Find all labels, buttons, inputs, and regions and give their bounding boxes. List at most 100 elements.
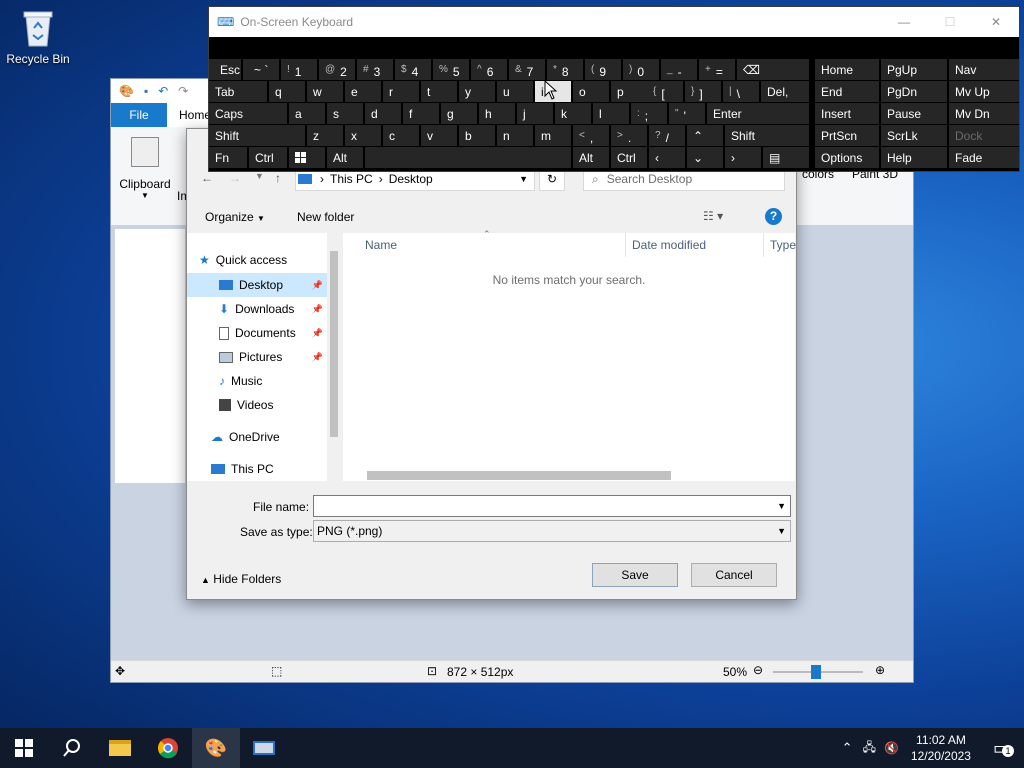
key-slash[interactable]: ? / xyxy=(649,125,685,146)
key-bracket-2[interactable]: | \ xyxy=(723,81,759,102)
key-row1-11[interactable]: ) 0 xyxy=(623,59,659,80)
key-enter[interactable]: Enter xyxy=(707,103,809,124)
key-dock[interactable]: Dock xyxy=(949,125,1019,146)
arrow-left-icon[interactable]: ‹ xyxy=(649,147,685,168)
key-bracket-1[interactable]: }] xyxy=(685,81,721,102)
clock[interactable]: 11:02 AM 12/20/2023 xyxy=(911,732,971,764)
key-row1-4[interactable]: #3 xyxy=(357,59,393,80)
zoom-slider-thumb[interactable] xyxy=(811,665,821,679)
key-mv-dn[interactable]: Mv Dn xyxy=(949,103,1019,124)
maximize-icon[interactable]: ☐ xyxy=(927,15,973,29)
breadcrumb-this-pc[interactable]: This PC xyxy=(330,172,373,186)
key-ctrl-right[interactable]: Ctrl xyxy=(611,147,647,168)
key-row1-7[interactable]: ^ 6 xyxy=(471,59,507,80)
nav-music[interactable]: ♪ Music xyxy=(187,369,327,393)
save-icon[interactable]: ▪ xyxy=(144,84,148,98)
key-p[interactable]: p xyxy=(611,81,647,102)
cancel-button[interactable]: Cancel xyxy=(691,563,777,587)
key-row1-10[interactable]: (9 xyxy=(585,59,621,80)
key-w[interactable]: w xyxy=(307,81,343,102)
nav-desktop[interactable]: Desktop 📌 xyxy=(187,273,327,297)
key-quote[interactable]: " ' xyxy=(669,103,705,124)
show-hidden-icons-chevron[interactable]: ⌃ xyxy=(842,740,853,756)
key-semicolon[interactable]: :; xyxy=(631,103,667,124)
key-nav[interactable]: Nav xyxy=(949,59,1019,80)
key-fn[interactable]: Fn xyxy=(209,147,247,168)
key-comma[interactable]: <, xyxy=(573,125,609,146)
recent-chevron-icon[interactable]: ▼ xyxy=(255,171,264,181)
menu-key-icon[interactable]: ▤ xyxy=(763,147,809,168)
hide-folders-button[interactable]: ▲ Hide Folders xyxy=(201,572,281,586)
paint-taskbar-icon[interactable]: 🎨 xyxy=(192,728,240,768)
chevron-down-icon[interactable]: ▼ xyxy=(777,501,786,511)
close-icon[interactable]: ✕ xyxy=(973,15,1019,29)
key-row1-6[interactable]: % 5 xyxy=(433,59,469,80)
key-h[interactable]: h xyxy=(479,103,515,124)
key-options[interactable]: Options xyxy=(815,147,879,168)
key-shift-right[interactable]: Shift xyxy=(725,125,809,146)
key-alt-right[interactable]: Alt xyxy=(573,147,609,168)
key-row1-9[interactable]: * 8 xyxy=(547,59,583,80)
nav-pictures[interactable]: Pictures 📌 xyxy=(187,345,327,369)
key-tab[interactable]: Tab xyxy=(209,81,267,102)
key-u[interactable]: u xyxy=(497,81,533,102)
new-folder-button[interactable]: New folder xyxy=(297,210,354,224)
key-l[interactable]: l xyxy=(593,103,629,124)
key-row1-13[interactable]: + = xyxy=(699,59,735,80)
search-icon[interactable] xyxy=(48,728,96,768)
save-as-type-select[interactable]: PNG (*.png) ▼ xyxy=(313,520,791,542)
zoom-in-icon[interactable]: ⊕ xyxy=(875,663,885,677)
key-o[interactable]: o xyxy=(573,81,609,102)
key-period[interactable]: >. xyxy=(611,125,647,146)
volume-muted-icon[interactable]: 🔇 xyxy=(884,741,899,755)
key-bracket-0[interactable]: {[ xyxy=(647,81,683,102)
backspace-icon[interactable]: ⌫ xyxy=(737,59,809,80)
nav-scrollbar[interactable] xyxy=(327,233,341,481)
chevron-down-icon[interactable]: ▼ xyxy=(519,174,528,184)
key-prtscn[interactable]: PrtScn xyxy=(815,125,879,146)
key-help[interactable]: Help xyxy=(881,147,947,168)
nav-this-pc[interactable]: This PC xyxy=(187,457,327,481)
key-alt-left[interactable]: Alt xyxy=(327,147,363,168)
key-j[interactable]: j xyxy=(517,103,553,124)
organize-button[interactable]: Organize ▼ xyxy=(205,210,265,224)
key-row1-12[interactable]: _ - xyxy=(661,59,697,80)
key-f[interactable]: f xyxy=(403,103,439,124)
key-pause[interactable]: Pause xyxy=(881,103,947,124)
redo-icon[interactable]: ↷ xyxy=(178,84,188,98)
canvas[interactable] xyxy=(115,229,185,483)
key-mv-up[interactable]: Mv Up xyxy=(949,81,1019,102)
up-arrow-icon[interactable]: ↑ xyxy=(275,171,281,185)
arrow-down-icon[interactable]: ⌄ xyxy=(687,147,723,168)
key-e[interactable]: e xyxy=(345,81,381,102)
network-icon[interactable]: 🖧 xyxy=(863,738,876,759)
key-pgdn[interactable]: PgDn xyxy=(881,81,947,102)
nav-quick-access[interactable]: ★ Quick access xyxy=(199,248,339,272)
nav-downloads[interactable]: ⬇ Downloads 📌 xyxy=(187,297,327,321)
key-t[interactable]: t xyxy=(421,81,457,102)
key-row1-1[interactable]: ~ ` xyxy=(243,59,279,80)
key-b[interactable]: b xyxy=(459,125,495,146)
key-x[interactable]: x xyxy=(345,125,381,146)
key-n[interactable]: n xyxy=(497,125,533,146)
key-row1-5[interactable]: $4 xyxy=(395,59,431,80)
nav-scrollbar-thumb[interactable] xyxy=(330,251,338,437)
horizontal-scrollbar-thumb[interactable] xyxy=(367,471,671,480)
key-g[interactable]: g xyxy=(441,103,477,124)
key-esc[interactable]: Esc xyxy=(209,59,241,80)
file-name-field[interactable]: ▼ xyxy=(313,495,791,517)
forward-arrow-icon[interactable]: → xyxy=(229,171,241,185)
key-q[interactable]: q xyxy=(269,81,305,102)
breadcrumb-desktop[interactable]: Desktop xyxy=(389,172,433,186)
windows-key-icon[interactable] xyxy=(289,147,325,168)
key-space[interactable] xyxy=(365,147,571,168)
column-name[interactable]: Name xyxy=(365,233,397,257)
key-fade[interactable]: Fade xyxy=(949,147,1019,168)
help-icon[interactable]: ? xyxy=(765,208,782,225)
arrow-right-icon[interactable]: › xyxy=(725,147,761,168)
nav-documents[interactable]: Documents 📌 xyxy=(187,321,327,345)
undo-icon[interactable]: ↶ xyxy=(158,84,168,98)
key-shift-left[interactable]: Shift xyxy=(209,125,305,146)
key-end[interactable]: End xyxy=(815,81,879,102)
zoom-out-icon[interactable]: ⊖ xyxy=(753,663,763,677)
